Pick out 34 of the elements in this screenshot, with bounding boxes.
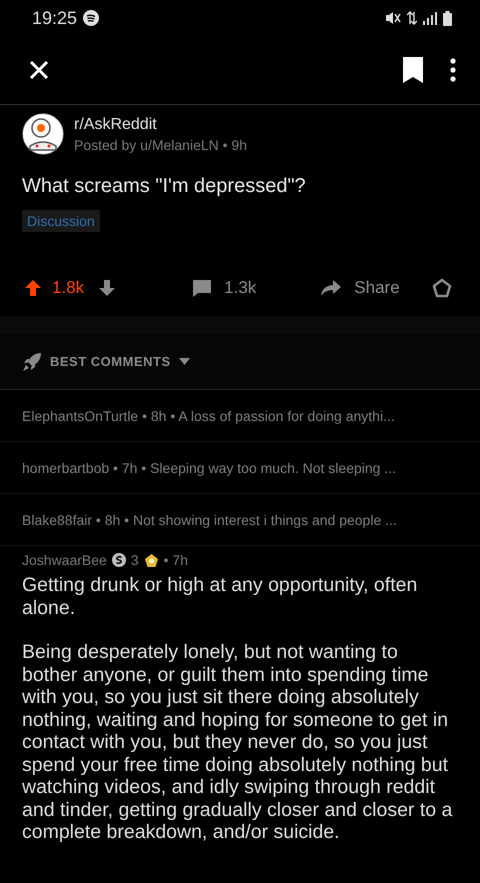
comment-time: • 7h	[164, 552, 188, 568]
downvote-icon[interactable]	[98, 279, 116, 297]
music-app-icon	[83, 10, 100, 26]
subreddit-avatar-icon[interactable]	[22, 113, 64, 155]
collapsed-comment[interactable]: homerbartbob • 7h • Sleeping way too much. Not sleeping ...	[0, 442, 480, 494]
subreddit-name[interactable]: r/AskReddit	[74, 116, 248, 134]
signal-icon	[423, 12, 437, 24]
award-badge-icon	[144, 552, 159, 568]
post-byline: Posted by u/MelanieLN • 9h	[74, 136, 248, 152]
rocket-icon	[22, 352, 42, 372]
vote-score: 1.8k	[52, 278, 84, 298]
upvote-icon[interactable]	[24, 279, 42, 297]
comment-icon	[192, 279, 212, 297]
post-flair: Discussion	[22, 210, 100, 232]
status-time: 19:25	[32, 8, 78, 28]
collapsed-comment[interactable]: Blake88fair • 8h • Not showing interest i things and people ...	[0, 494, 480, 546]
more-button[interactable]	[448, 56, 458, 84]
coin-icon	[112, 553, 126, 567]
post-title: What screams "I'm depressed"?	[22, 175, 307, 198]
caret-icon	[178, 358, 190, 365]
sort-button[interactable]: BEST COMMENTS	[0, 334, 480, 390]
comments-button[interactable]: 1.3k	[192, 278, 256, 298]
bookmark-button[interactable]	[400, 55, 426, 85]
comment-paragraph: Being desperately lonely, but not wanting to bother anyone, or guilt them into spending time with you, so you just sit there doing absolutely nothing, waiting and hoping for someone to get in contact with you, but they never do, so you just spend your free time doing absolutely nothing but watching videos, and idly swiping through reddit and tinder, getting gradually closer and closer to a complete breakdown, and/or suicide.	[22, 641, 454, 844]
battery-icon	[443, 10, 452, 26]
comment-author[interactable]: JoshwaarBee	[22, 552, 107, 568]
share-icon	[320, 279, 342, 297]
data-transfer-icon	[407, 11, 417, 25]
coin-count: 3	[130, 552, 139, 568]
comment-paragraph: Getting drunk or high at any opportunity, often alone.	[22, 574, 418, 619]
collapsed-comment[interactable]: ElephantsOnTurtle • 8h • A loss of passion for doing anythi...	[0, 390, 480, 442]
share-button[interactable]: Share	[320, 278, 400, 298]
award-icon[interactable]	[432, 278, 452, 298]
mute-icon	[385, 11, 401, 25]
